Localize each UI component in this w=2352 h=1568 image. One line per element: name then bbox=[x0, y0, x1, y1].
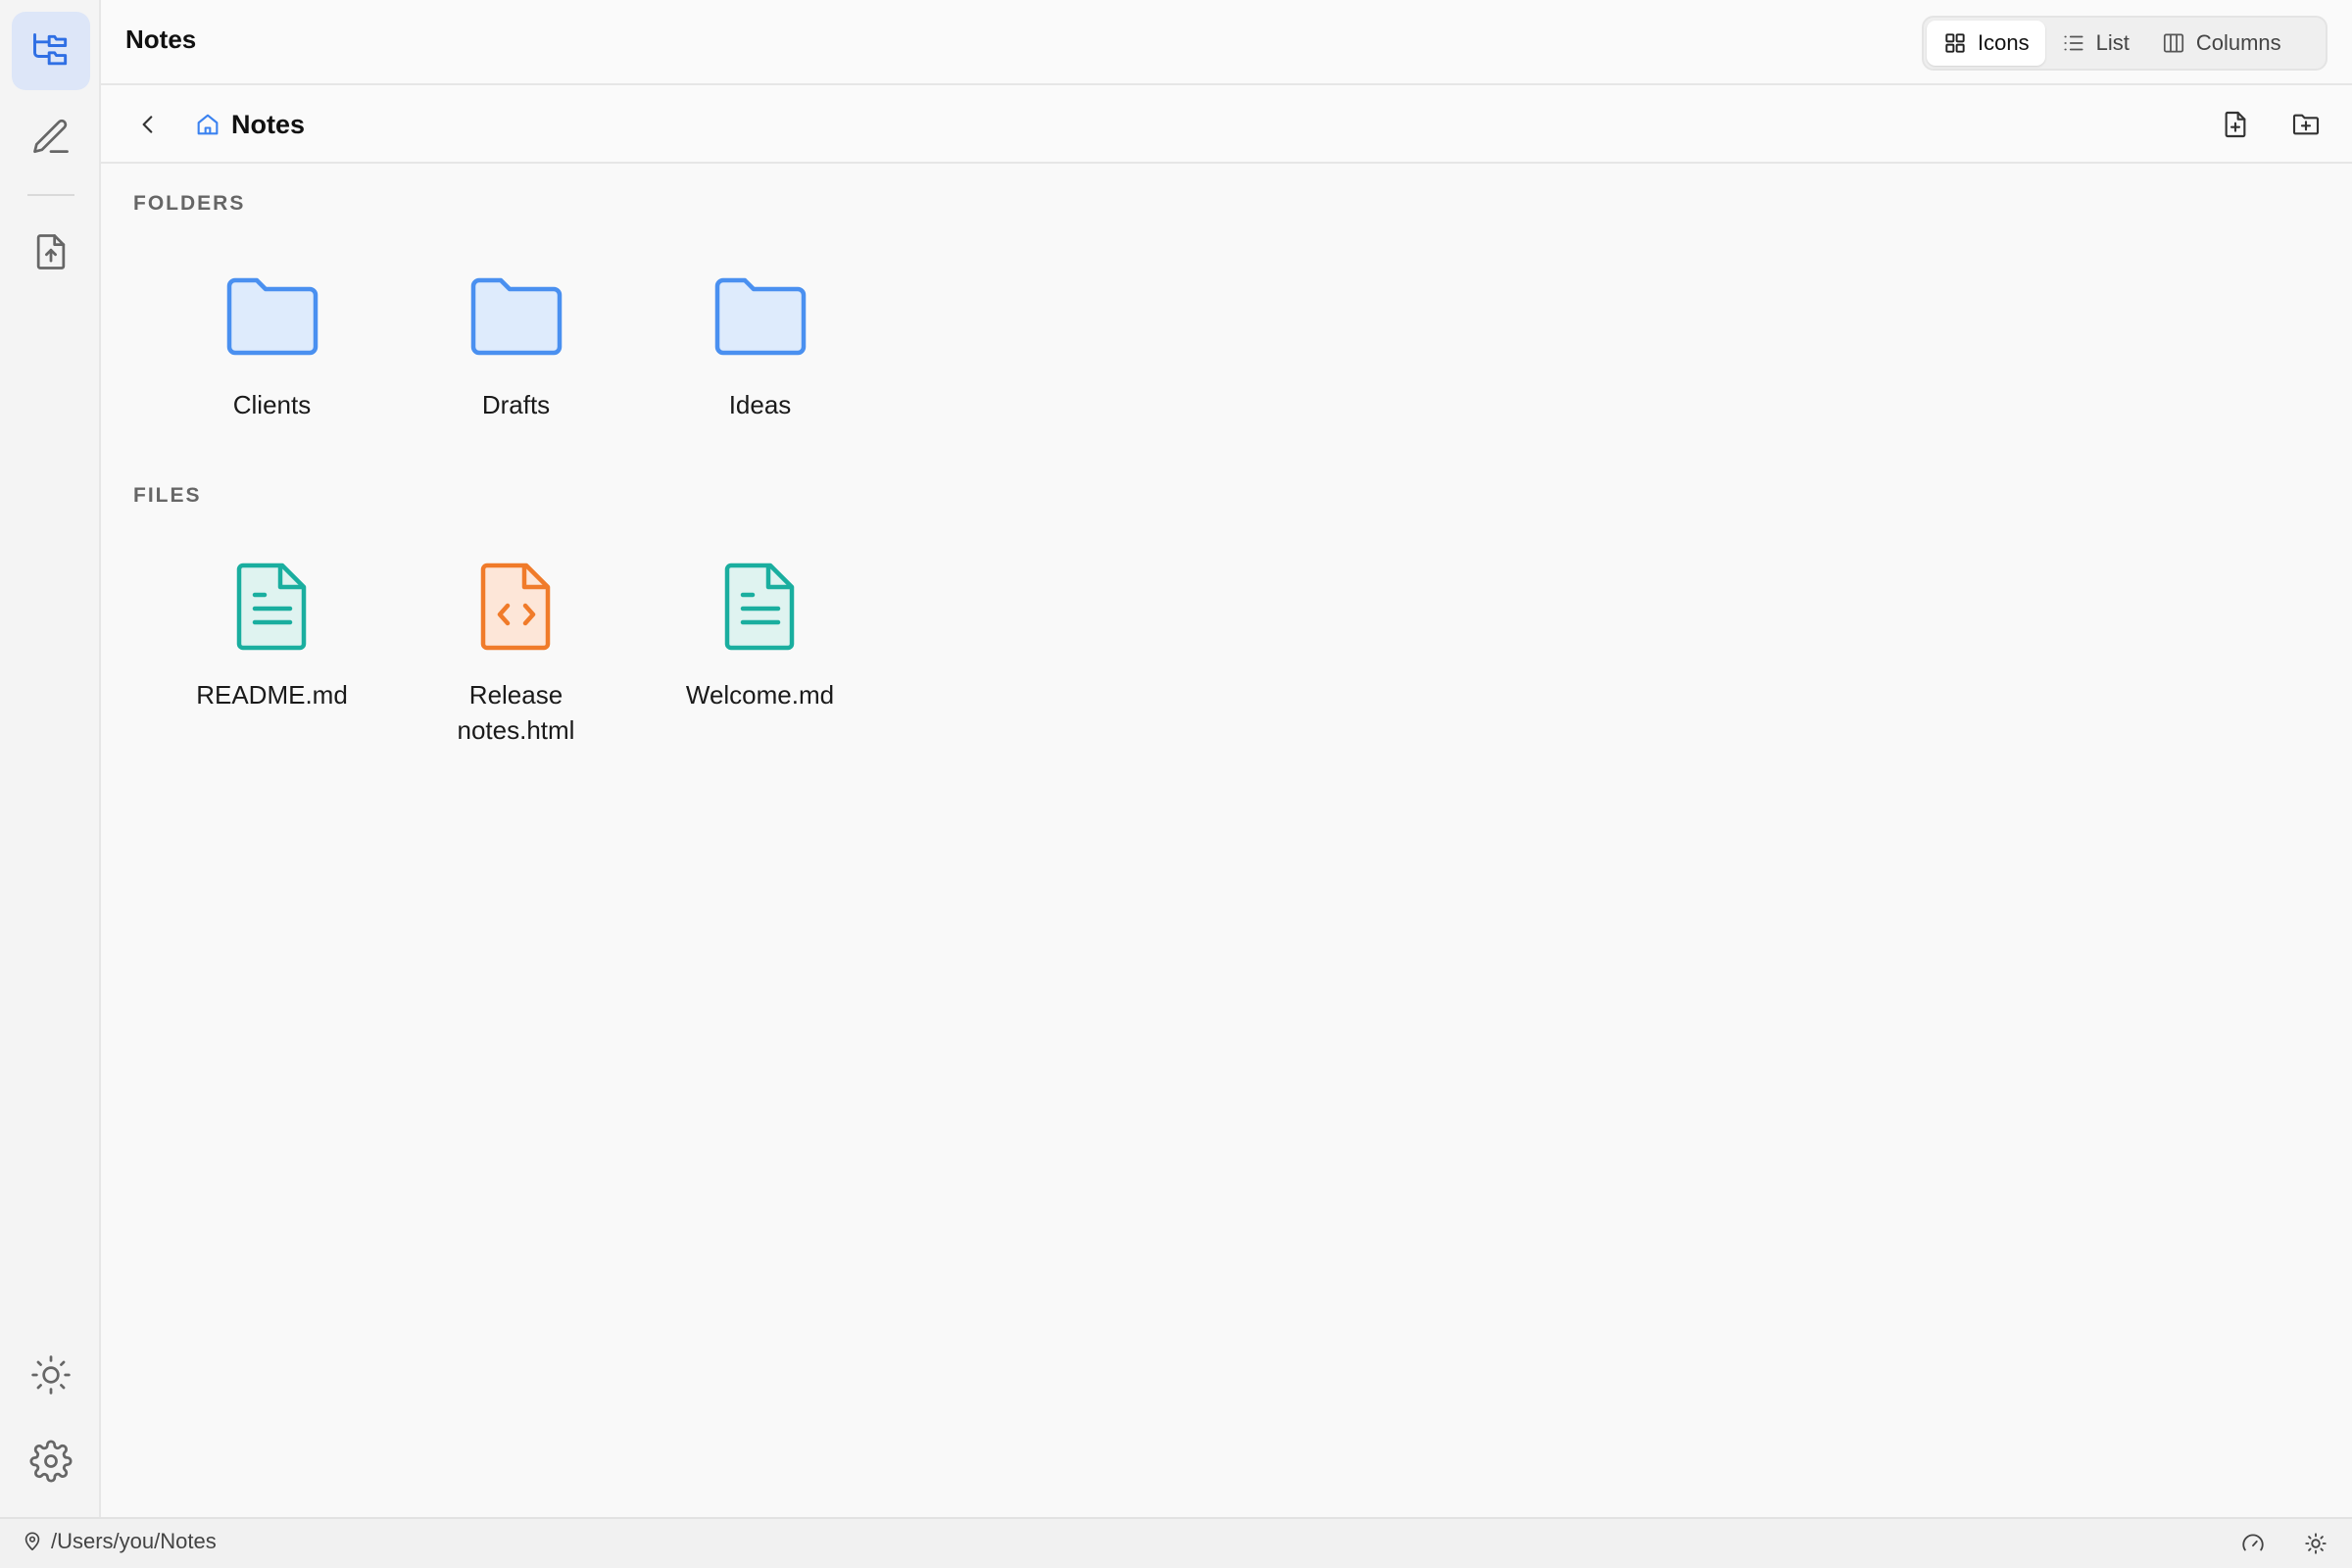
view-icons-button[interactable]: Icons bbox=[1927, 21, 2045, 66]
app-title: Notes bbox=[125, 24, 197, 54]
location-pin-icon bbox=[24, 1532, 40, 1551]
folder-plus-icon bbox=[2292, 114, 2320, 135]
markdown-file-icon bbox=[236, 563, 306, 651]
folder-name: Ideas bbox=[728, 390, 792, 419]
file-plus-icon bbox=[2225, 111, 2246, 138]
rail-editor-button[interactable] bbox=[12, 98, 90, 176]
folders-section-title: FOLDERS bbox=[133, 192, 246, 215]
file-upload-icon bbox=[36, 234, 66, 270]
file-item[interactable]: Welcome.md bbox=[638, 558, 882, 748]
pencil-icon bbox=[33, 119, 69, 154]
view-columns-button[interactable]: Columns bbox=[2145, 21, 2297, 66]
grid-icon bbox=[1945, 33, 1965, 53]
breadcrumb-bar: Notes bbox=[101, 85, 2352, 164]
folder-name: Drafts bbox=[481, 390, 551, 419]
view-columns-label: Columns bbox=[2195, 30, 2281, 55]
file-browser: FOLDERS Clients Drafts Ideas FILES READM… bbox=[101, 166, 2352, 1517]
rail-theme-button[interactable] bbox=[12, 1336, 90, 1414]
gauge-icon[interactable] bbox=[2240, 1531, 2266, 1556]
folder-icon bbox=[714, 277, 806, 356]
file-name: README.md bbox=[196, 680, 348, 710]
left-rail bbox=[0, 0, 101, 1517]
folder-item[interactable]: Ideas bbox=[638, 268, 882, 422]
new-file-button[interactable] bbox=[2214, 103, 2257, 146]
view-list-label: List bbox=[2095, 30, 2130, 55]
markdown-file-icon bbox=[724, 563, 794, 651]
code-file-icon bbox=[480, 563, 550, 651]
rail-settings-button[interactable] bbox=[12, 1422, 90, 1500]
rail-import-button[interactable] bbox=[12, 213, 90, 291]
folder-item[interactable]: Drafts bbox=[394, 268, 638, 422]
folder-tree-icon bbox=[33, 33, 68, 66]
view-icons-label: Icons bbox=[1978, 30, 2030, 55]
view-list-button[interactable]: List bbox=[2045, 21, 2145, 66]
file-name: Release notes.html bbox=[457, 680, 575, 745]
path-text: /Users/you/Notes bbox=[51, 1529, 217, 1553]
folder-icon bbox=[470, 277, 562, 356]
rail-explorer-button[interactable] bbox=[12, 12, 90, 90]
breadcrumb-actions bbox=[2214, 103, 2328, 146]
sun-icon bbox=[31, 1355, 71, 1395]
current-path: /Users/you/Notes bbox=[22, 1529, 217, 1554]
back-button[interactable] bbox=[128, 105, 168, 144]
gear-icon bbox=[29, 1440, 73, 1483]
chevron-left-icon bbox=[142, 116, 153, 133]
folder-name: Clients bbox=[232, 390, 312, 419]
breadcrumb-label: Notes bbox=[231, 109, 306, 139]
columns-icon bbox=[2163, 33, 2183, 53]
file-item[interactable]: README.md bbox=[150, 558, 394, 748]
files-grid: README.md Release notes.html Welcome.md bbox=[150, 558, 882, 748]
files-section-title: FILES bbox=[133, 484, 202, 507]
breadcrumb[interactable]: Notes bbox=[194, 105, 305, 144]
new-folder-button[interactable] bbox=[2284, 103, 2328, 146]
rail-divider bbox=[27, 194, 74, 196]
folder-item[interactable]: Clients bbox=[150, 268, 394, 422]
status-actions bbox=[2240, 1531, 2328, 1556]
home-icon bbox=[197, 114, 219, 135]
sun-icon[interactable] bbox=[2303, 1531, 2328, 1556]
top-bar: Notes Icons List Columns bbox=[101, 0, 2352, 85]
view-switcher: Icons List Columns bbox=[1922, 16, 2328, 71]
list-icon bbox=[2064, 35, 2083, 51]
folder-icon bbox=[226, 277, 318, 356]
folders-grid: Clients Drafts Ideas bbox=[150, 268, 882, 422]
status-bar: /Users/you/Notes bbox=[0, 1517, 2352, 1568]
file-item[interactable]: Release notes.html bbox=[394, 558, 638, 748]
file-name: Welcome.md bbox=[685, 680, 835, 710]
